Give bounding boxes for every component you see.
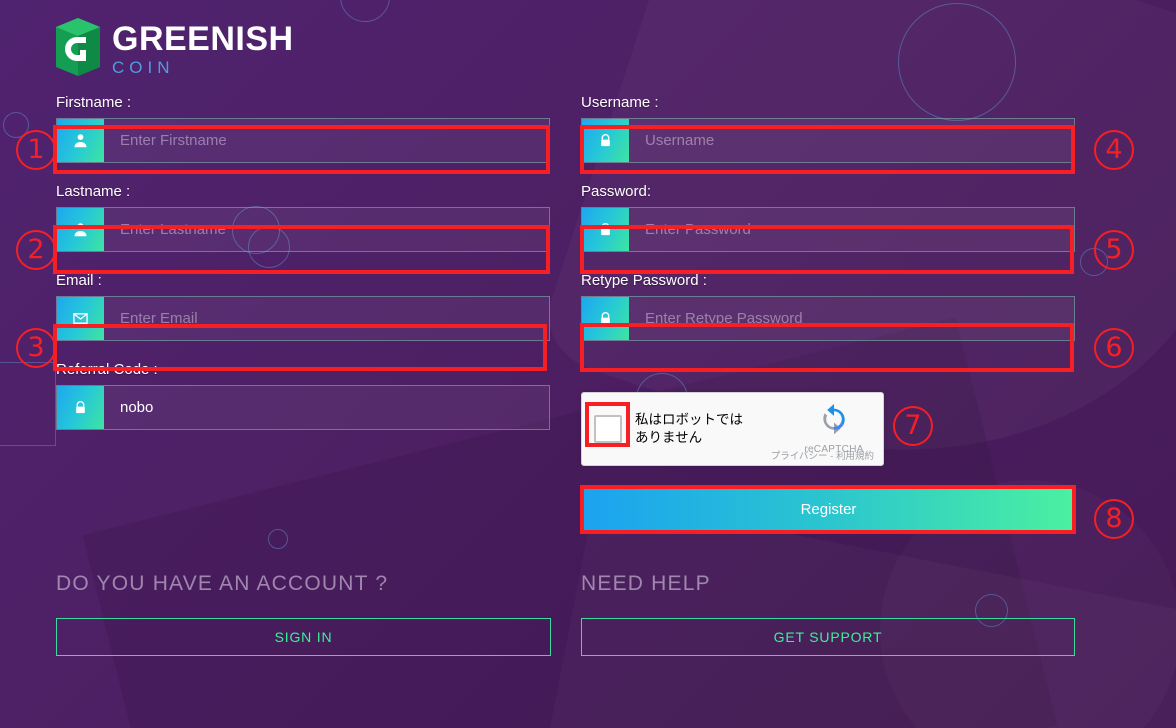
registration-page: GREENISH COIN Firstname : Lastname : [0, 0, 1176, 728]
annotation-marker-5: 5 [1094, 230, 1134, 270]
username-input-row[interactable] [581, 118, 1075, 163]
annotation-marker-7: 7 [893, 406, 933, 446]
bg-circle-right-mid [1080, 248, 1108, 276]
field-group-retype-password: Retype Password : [581, 272, 1075, 341]
annotation-marker-1: 1 [16, 130, 56, 170]
recaptcha-widget[interactable]: 私はロボットではありません reCAPTCHA プライバシー - 利用規約 [581, 392, 884, 466]
annotation-marker-4: 4 [1094, 130, 1134, 170]
password-input[interactable] [629, 208, 1074, 251]
recaptcha-privacy-link[interactable]: プライバシー [771, 451, 828, 462]
recaptcha-separator: - [827, 451, 836, 462]
annotation-marker-2: 2 [16, 230, 56, 270]
retype-password-input-row[interactable] [581, 296, 1075, 341]
referral-code-input-row[interactable] [56, 385, 550, 430]
field-group-email: Email : [56, 272, 550, 341]
get-support-button[interactable]: GET SUPPORT [581, 618, 1075, 656]
field-group-lastname: Lastname : [56, 183, 550, 252]
field-group-username: Username : [581, 94, 1075, 163]
email-label: Email : [56, 272, 102, 289]
brand-name: GREENISH [112, 19, 294, 58]
lastname-input-row[interactable] [56, 207, 550, 252]
envelope-icon [57, 297, 104, 340]
lock-icon [582, 297, 629, 340]
greenish-cube-logo-icon [56, 18, 100, 81]
sign-in-button[interactable]: SIGN IN [56, 618, 551, 656]
password-input-row[interactable] [581, 207, 1075, 252]
recaptcha-terms: プライバシー - 利用規約 [771, 448, 874, 462]
bg-shape-lower-right [538, 496, 1176, 728]
register-button[interactable]: Register [584, 489, 1073, 530]
password-label: Password: [581, 183, 652, 200]
referral-code-label: Referral Code : [56, 361, 158, 378]
right-form-column: Username : Password: Retype Password : [581, 94, 1075, 361]
left-form-column: Firstname : Lastname : Email : [56, 94, 550, 450]
lastname-input[interactable] [104, 208, 549, 251]
brand-subtitle: COIN [112, 57, 175, 77]
email-input-row[interactable] [56, 296, 550, 341]
signin-prompt-title: DO YOU HAVE AN ACCOUNT ? [56, 572, 389, 595]
user-icon [57, 208, 104, 251]
retype-password-label: Retype Password : [581, 272, 707, 289]
need-help-title: NEED HELP [581, 572, 711, 595]
field-group-password: Password: [581, 183, 1075, 252]
bg-circle-top-center [340, 0, 390, 22]
bg-rect-left-edge [0, 362, 56, 446]
lock-icon [582, 208, 629, 251]
firstname-label: Firstname : [56, 94, 132, 111]
bg-circle-left-edge [3, 112, 29, 138]
field-group-referral-code: Referral Code : [56, 361, 550, 430]
field-group-firstname: Firstname : [56, 94, 550, 163]
user-icon [57, 119, 104, 162]
firstname-input-row[interactable] [56, 118, 550, 163]
lastname-label: Lastname : [56, 183, 131, 200]
recaptcha-branding: reCAPTCHA [795, 403, 873, 455]
username-input[interactable] [629, 119, 1074, 162]
annotation-marker-3: 3 [16, 328, 56, 368]
lock-icon [57, 386, 104, 429]
bg-circle-center-low [268, 529, 288, 549]
annotation-marker-6: 6 [1094, 328, 1134, 368]
annotation-marker-8: 8 [1094, 499, 1134, 539]
retype-password-input[interactable] [629, 297, 1074, 340]
recaptcha-terms-link[interactable]: 利用規約 [836, 451, 874, 462]
recaptcha-checkbox[interactable] [594, 415, 622, 443]
username-label: Username : [581, 94, 659, 111]
firstname-input[interactable] [104, 119, 549, 162]
recaptcha-label: 私はロボットではありません [635, 411, 743, 445]
recaptcha-logo-icon [817, 403, 851, 442]
email-input[interactable] [104, 297, 549, 340]
brand-logo: GREENISH COIN [56, 18, 294, 81]
referral-code-input[interactable] [104, 386, 549, 429]
lock-icon [582, 119, 629, 162]
